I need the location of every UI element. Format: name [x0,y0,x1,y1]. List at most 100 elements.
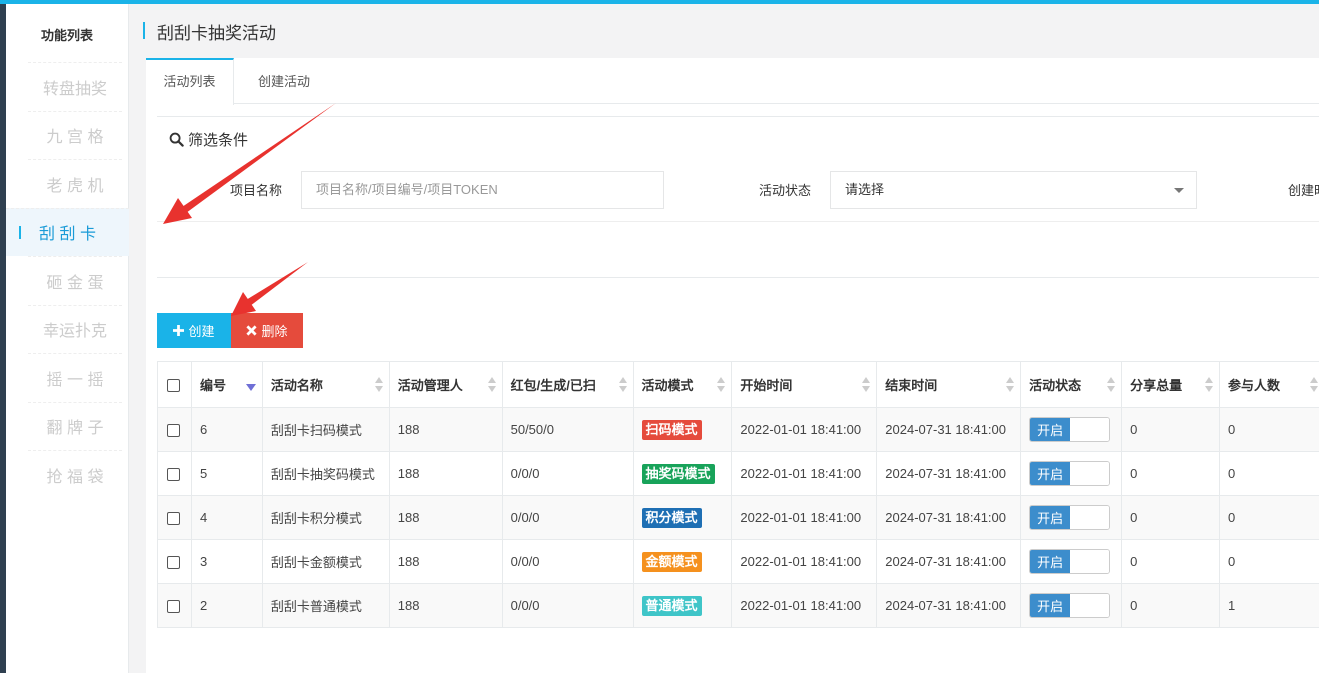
status-toggle-on: 开启 [1030,506,1071,529]
cell-id: 6 [190,407,263,452]
status-toggle[interactable]: 开启 [1029,461,1111,486]
row-select-cell[interactable] [157,495,192,540]
status-toggle-on: 开启 [1030,418,1071,441]
cell-end-time: 2024-07-31 18:41:00 [876,495,1022,540]
sort-icon [1107,377,1116,393]
row-select-cell[interactable] [157,407,192,452]
row-checkbox[interactable] [167,468,180,482]
header-name[interactable]: 活动名称 [261,361,390,408]
sort-icon [618,377,627,393]
header-participants[interactable]: 参与人数 [1219,361,1319,408]
activity-status-select[interactable]: 请选择 [830,171,1197,209]
filter-title-text: 筛选条件 [188,132,249,149]
cell-status: 开启 [1020,495,1123,540]
tab-activity-list[interactable]: 活动列表 [146,58,234,105]
row-select-cell[interactable] [157,539,192,584]
cell-end-time: 2024-07-31 18:41:00 [876,583,1022,628]
project-name-label: 项目名称 [230,183,283,198]
status-toggle-on: 开启 [1030,550,1071,573]
cell-status: 开启 [1020,407,1123,452]
row-checkbox[interactable] [167,424,180,438]
filter-divider [157,221,1319,222]
cell-share-total: 0 [1121,407,1221,452]
times-icon [246,325,258,336]
header-end-time[interactable]: 结束时间 [876,361,1022,408]
cell-id: 3 [190,539,263,584]
table-header-row: 编号 活动名称 活动管理人 红包/生成/已扫 活动模式 开始时间 结束时间 活动… [157,361,1319,408]
cell-red-packet: 50/50/0 [501,407,634,452]
cell-status: 开启 [1020,539,1123,584]
sidebar-item-flip-card[interactable]: 翻 牌 子 [28,401,122,451]
cell-share-total: 0 [1121,451,1221,496]
cell-name: 刮刮卡普通模式 [261,583,390,628]
sort-icon [1205,377,1214,393]
mode-badge: 抽奖码模式 [641,463,715,484]
sidebar-item-slot-machine[interactable]: 老 虎 机 [28,159,122,208]
status-toggle[interactable]: 开启 [1029,549,1111,574]
header-start-time[interactable]: 开始时间 [731,361,878,408]
status-toggle[interactable]: 开启 [1029,417,1111,442]
sidebar-item-nine-grid[interactable]: 九 宫 格 [28,110,122,160]
header-id[interactable]: 编号 [190,361,263,408]
row-checkbox[interactable] [167,512,180,526]
header-status[interactable]: 活动状态 [1020,361,1123,408]
status-toggle-off [1070,594,1110,617]
header-manager[interactable]: 活动管理人 [388,361,503,408]
cell-manager: 188 [388,539,503,584]
mode-badge: 金额模式 [641,551,702,572]
header-select-all[interactable] [157,361,192,408]
sidebar: 功能列表 转盘抽奖 九 宫 格 老 虎 机 刮 刮 卡 砸 金 蛋 幸运扑克 摇… [6,4,129,673]
sidebar-item-scratch-card[interactable]: 刮 刮 卡 [6,207,129,256]
table-row[interactable]: 5 刮刮卡抽奖码模式 188 0/0/0 抽奖码模式 2022-01-01 18:41:0… [157,451,1319,496]
cell-manager: 188 [388,451,503,496]
table-row[interactable]: 2 刮刮卡普通模式 188 0/0/0 普通模式 2022-01-01 18:41:00 2… [157,583,1319,628]
cell-red-packet: 0/0/0 [501,539,634,584]
sort-icon [717,377,726,393]
table-row[interactable]: 4 刮刮卡积分模式 188 0/0/0 积分模式 2022-01-01 18:41:00 2… [157,495,1319,540]
main-area: 刮刮卡抽奖活动 活动列表 创建活动 筛选条件 项目名称 项目名称/项目编号/项目… [129,4,1319,673]
cell-participants: 0 [1219,407,1319,452]
cell-end-time: 2024-07-31 18:41:00 [876,407,1022,452]
status-toggle[interactable]: 开启 [1029,505,1111,530]
sidebar-item-lucky-poker[interactable]: 幸运扑克 [28,304,122,354]
header-red-packet[interactable]: 红包/生成/已扫 [501,361,634,408]
content-panel: 活动列表 创建活动 筛选条件 项目名称 项目名称/项目编号/项目TOKEN 活动… [146,58,1319,673]
create-button[interactable]: 创建 [157,313,231,348]
cell-end-time: 2024-07-31 18:41:00 [876,539,1022,584]
cell-red-packet: 0/0/0 [501,583,634,628]
delete-button[interactable]: 删除 [231,313,303,348]
table-row[interactable]: 3 刮刮卡金额模式 188 0/0/0 金额模式 2022-01-01 18:41:00 2… [157,539,1319,584]
activity-status-label: 活动状态 [759,183,812,198]
tab-create-activity[interactable]: 创建活动 [234,58,334,104]
cell-manager: 188 [388,583,503,628]
project-name-input[interactable]: 项目名称/项目编号/项目TOKEN [301,171,664,209]
status-toggle[interactable]: 开启 [1029,593,1111,618]
header-share-total[interactable]: 分享总量 [1121,361,1221,408]
sidebar-item-lucky-bag[interactable]: 抢 福 袋 [28,450,122,499]
cell-id: 5 [190,451,263,496]
sidebar-item-wheel[interactable]: 转盘抽奖 [28,62,122,111]
row-checkbox[interactable] [167,600,180,614]
sidebar-item-shake[interactable]: 摇 一 摇 [28,353,122,402]
sort-icon [1310,377,1318,393]
status-toggle-off [1070,550,1110,573]
row-checkbox[interactable] [167,556,180,570]
cell-name: 刮刮卡金额模式 [261,539,390,584]
cell-id: 2 [190,583,263,628]
row-select-cell[interactable] [157,583,192,628]
cell-mode: 金额模式 [632,539,733,584]
status-toggle-on: 开启 [1030,594,1071,617]
select-all-checkbox[interactable] [167,379,180,393]
filter-section: 筛选条件 项目名称 项目名称/项目编号/项目TOKEN 活动状态 请选择 创建时 [157,116,1319,278]
cell-red-packet: 0/0/0 [501,451,634,496]
table-row[interactable]: 6 刮刮卡扫码模式 188 50/50/0 扫码模式 2022-01-01 18:41:0… [157,407,1319,452]
mode-badge: 积分模式 [641,507,702,528]
header-mode[interactable]: 活动模式 [632,361,733,408]
cell-start-time: 2022-01-01 18:41:00 [731,451,878,496]
row-select-cell[interactable] [157,451,192,496]
chevron-down-icon [1174,188,1184,193]
activity-status-value: 请选择 [845,182,885,197]
sidebar-item-golden-egg[interactable]: 砸 金 蛋 [28,256,122,305]
cell-mode: 普通模式 [632,583,733,628]
cell-mode: 抽奖码模式 [632,451,733,496]
